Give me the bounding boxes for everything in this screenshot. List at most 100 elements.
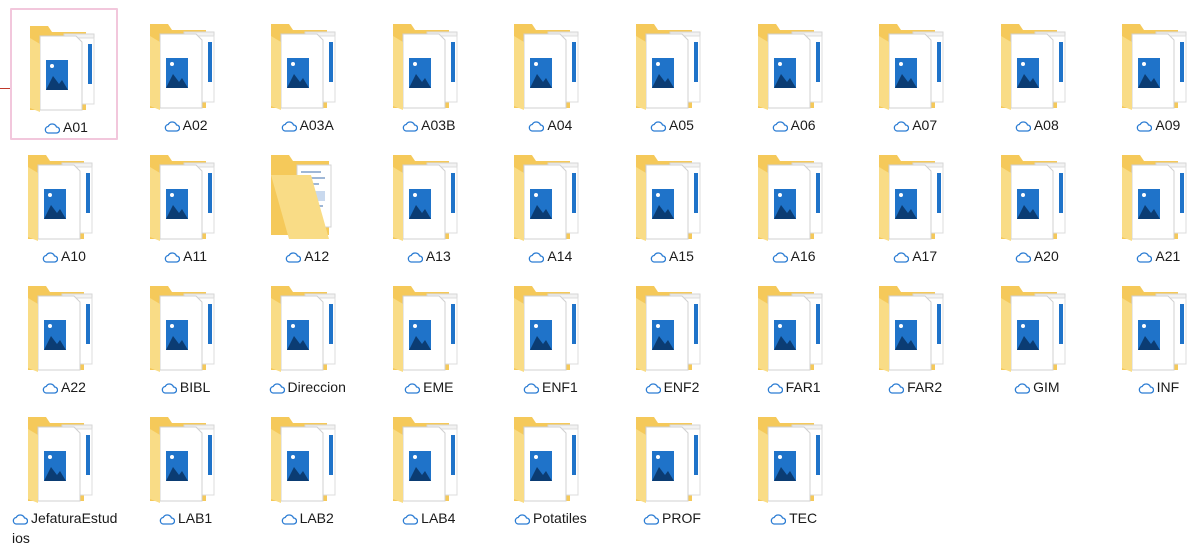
cloud-icon (281, 118, 297, 136)
folder-name: ENF1 (541, 379, 578, 395)
folder-label: LAB2 (253, 509, 361, 529)
folder-label: A04 (496, 116, 604, 136)
folder-item[interactable]: TEC (740, 401, 848, 533)
folder-image-icon (267, 415, 347, 503)
folder-item[interactable]: A13 (375, 139, 483, 271)
folder-image-icon (632, 153, 712, 241)
folder-image-icon (997, 22, 1077, 110)
folder-item[interactable]: A07 (861, 8, 969, 140)
folder-item[interactable]: JefaturaEstudios (10, 401, 118, 546)
folder-item[interactable]: A03A (253, 8, 361, 140)
folder-item[interactable]: Potatiles (496, 401, 604, 533)
cloud-icon (650, 249, 667, 267)
folder-image-icon (146, 284, 226, 372)
folder-image-icon (146, 153, 226, 241)
folder-item[interactable]: A20 (983, 139, 1091, 271)
folder-image-icon (875, 22, 955, 110)
folder-label: A20 (983, 247, 1091, 267)
folder-name: Direccion (287, 379, 346, 395)
folder-item[interactable]: A17 (861, 139, 969, 271)
folder-item[interactable]: A05 (618, 8, 726, 140)
folder-item[interactable]: LAB1 (132, 401, 240, 533)
folder-image-icon (997, 153, 1077, 241)
cloud-icon (645, 380, 661, 398)
folder-image-icon (267, 284, 347, 372)
folder-item[interactable]: GIM (983, 270, 1091, 402)
folder-item[interactable]: A21 (1104, 139, 1195, 271)
cloud-icon (44, 120, 61, 138)
folder-label: A16 (740, 247, 848, 267)
folder-label: A07 (861, 116, 969, 136)
folder-image-icon (146, 415, 226, 503)
folder-image-icon (24, 284, 104, 372)
cloud-icon (772, 249, 788, 267)
folder-image-icon (389, 284, 469, 372)
folder-item[interactable]: A06 (740, 8, 848, 140)
folder-image-icon (754, 284, 834, 372)
cloud-icon (404, 380, 421, 398)
folder-item[interactable]: PROF (618, 401, 726, 533)
cloud-icon (164, 249, 181, 267)
folder-name: LAB4 (421, 510, 456, 526)
folder-name: A08 (1033, 117, 1059, 133)
folder-item[interactable]: LAB2 (253, 401, 361, 533)
folder-item[interactable]: A12 (253, 139, 361, 271)
folder-name: A05 (669, 117, 694, 133)
folder-name: A09 (1155, 117, 1181, 133)
folder-label: INF (1104, 378, 1195, 398)
cloud-icon (42, 380, 59, 398)
folder-label: A17 (861, 247, 969, 267)
folder-item[interactable]: A16 (740, 139, 848, 271)
folder-name: TEC (789, 510, 818, 526)
folder-image-icon (632, 284, 712, 372)
folder-item[interactable]: ENF2 (618, 270, 726, 402)
folder-item[interactable]: LAB4 (375, 401, 483, 533)
folder-item[interactable]: FAR1 (740, 270, 848, 402)
folder-image-icon (1118, 284, 1195, 372)
folder-item[interactable]: FAR2 (861, 270, 969, 402)
folder-label: A11 (132, 247, 240, 267)
folder-item[interactable]: A11 (132, 139, 240, 271)
folder-label: EME (375, 378, 483, 398)
folder-item[interactable]: INF (1104, 270, 1195, 402)
folder-item[interactable]: ENF1 (496, 270, 604, 402)
folder-image-icon (754, 153, 834, 241)
folder-name: A11 (183, 248, 208, 264)
folder-image-icon (389, 153, 469, 241)
folder-item[interactable]: A10 (10, 139, 118, 271)
folder-item[interactable]: BIBL (132, 270, 240, 402)
folder-item[interactable]: A09 (1104, 8, 1195, 140)
folder-item[interactable]: A15 (618, 139, 726, 271)
folder-item[interactable]: Direccion (253, 270, 361, 402)
folder-image-icon (510, 415, 590, 503)
folder-item[interactable]: A01 (10, 8, 118, 140)
folder-image-icon (754, 22, 834, 110)
folder-grid: A01 A02 A03A A03B A04 A05 A06 A07 A08 A0… (0, 0, 1195, 547)
folder-item[interactable]: A14 (496, 139, 604, 271)
folder-image-icon (24, 153, 104, 241)
folder-item[interactable]: A02 (132, 8, 240, 140)
folder-image-icon (389, 22, 469, 110)
folder-item[interactable]: A08 (983, 8, 1091, 140)
folder-label: A06 (740, 116, 848, 136)
folder-image-icon (510, 153, 590, 241)
folder-item[interactable]: A04 (496, 8, 604, 140)
folder-image-icon (267, 22, 347, 110)
folder-name: FAR1 (785, 379, 821, 395)
cloud-icon (528, 118, 545, 136)
folder-item[interactable]: EME (375, 270, 483, 402)
folder-name: A03B (421, 117, 456, 133)
cloud-icon (643, 511, 660, 529)
cloud-icon (285, 249, 302, 267)
folder-image-icon (146, 22, 226, 110)
cloud-icon (1136, 118, 1153, 136)
cloud-icon (767, 380, 783, 398)
folder-image-icon (389, 415, 469, 503)
folder-item[interactable]: A03B (375, 8, 483, 140)
folder-image-icon (632, 22, 712, 110)
folder-image-icon (26, 24, 106, 112)
folder-item[interactable]: A22 (10, 270, 118, 402)
folder-label: A14 (496, 247, 604, 267)
folder-image-icon (754, 415, 834, 503)
cloud-icon (402, 118, 419, 136)
